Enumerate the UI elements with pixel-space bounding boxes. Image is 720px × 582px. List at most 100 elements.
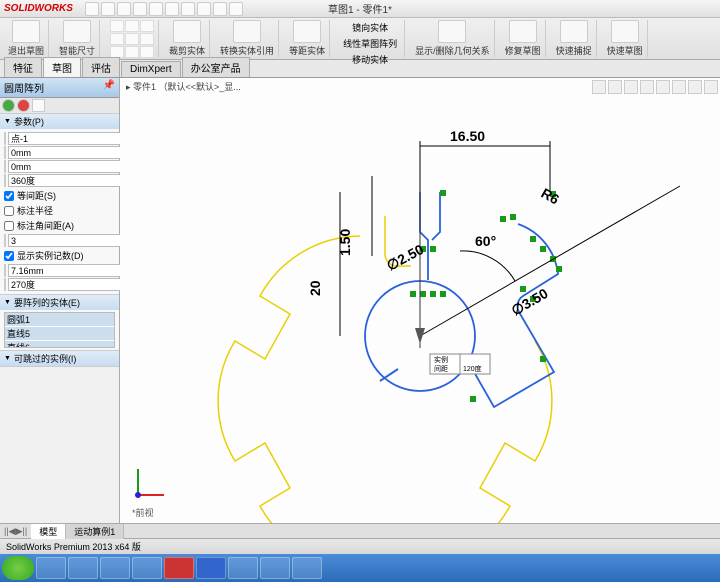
qat-redo-icon[interactable] bbox=[165, 2, 179, 16]
task-ie-icon[interactable] bbox=[100, 557, 130, 579]
bottom-tabs: ||◀▶|| 模型 运动算例1 bbox=[0, 523, 720, 538]
ribbon-sketch-tools bbox=[106, 20, 159, 57]
radius-x-icon bbox=[4, 146, 6, 159]
dim-16-50[interactable]: 16.50 bbox=[450, 128, 485, 144]
dim-angle-check[interactable]: 标注角间距(A) bbox=[4, 219, 115, 232]
scene-icon[interactable] bbox=[672, 80, 686, 94]
start-button[interactable] bbox=[2, 556, 34, 580]
graphics-area[interactable]: ▸ 零件1 （默认<<默认>_显... bbox=[120, 78, 720, 523]
slot-icon[interactable] bbox=[140, 33, 154, 45]
line-icon[interactable] bbox=[110, 20, 124, 32]
params-header[interactable]: 参数(P) bbox=[0, 114, 119, 129]
dim-20[interactable]: 20 bbox=[307, 280, 323, 296]
task-word-icon[interactable] bbox=[196, 557, 226, 579]
task-explorer-icon[interactable] bbox=[36, 557, 66, 579]
appearance-icon[interactable] bbox=[704, 80, 718, 94]
instance-callout[interactable]: 实例 间距 120度 bbox=[430, 354, 490, 374]
list-item[interactable]: 圆弧1 bbox=[5, 313, 114, 326]
ribbon-rapid-sketch[interactable]: 快速草图 bbox=[603, 20, 648, 57]
ribbon-snap[interactable]: 快速捕捉 bbox=[552, 20, 597, 57]
move-button[interactable]: 移动实体 bbox=[349, 52, 391, 67]
task-solidworks-icon[interactable] bbox=[164, 557, 194, 579]
spacing-d-icon bbox=[4, 264, 6, 277]
entities-list[interactable]: 圆弧1 直线5 直线6 圆弧2 bbox=[4, 312, 115, 348]
entities-header[interactable]: 要阵列的实体(E) bbox=[0, 295, 119, 310]
task-browser-icon[interactable] bbox=[68, 557, 98, 579]
ribbon-repair[interactable]: 修复草图 bbox=[501, 20, 546, 57]
tab-office[interactable]: 办公室产品 bbox=[182, 57, 250, 77]
tab-nav-icons[interactable]: ||◀▶|| bbox=[0, 526, 31, 537]
ribbon-exit-sketch[interactable]: 退出草图 bbox=[4, 20, 49, 57]
app-logo: SOLIDWORKS bbox=[4, 3, 73, 14]
trim-icon bbox=[173, 20, 201, 43]
qat-options-icon[interactable] bbox=[213, 2, 227, 16]
dim-1-50[interactable]: 1.50 bbox=[337, 229, 353, 256]
qat-open-icon[interactable] bbox=[101, 2, 115, 16]
dim-radius-check[interactable]: 标注半径 bbox=[4, 204, 115, 217]
instances-input[interactable] bbox=[8, 234, 131, 247]
tab-features[interactable]: 特征 bbox=[4, 57, 42, 77]
show-count-check[interactable]: 显示实例记数(D) bbox=[4, 249, 115, 262]
tab-model[interactable]: 模型 bbox=[31, 524, 66, 539]
dim-r6[interactable]: R6 bbox=[539, 185, 563, 208]
task-media-icon[interactable] bbox=[260, 557, 290, 579]
rect-icon[interactable] bbox=[125, 20, 139, 32]
status-bar: SolidWorks Premium 2013 x64 版 bbox=[0, 538, 720, 554]
circle-icon[interactable] bbox=[140, 20, 154, 32]
ok-button[interactable] bbox=[2, 99, 15, 112]
qat-help-icon[interactable] bbox=[229, 2, 243, 16]
rapid-sketch-icon bbox=[611, 20, 639, 43]
list-item[interactable]: 直线6 bbox=[5, 341, 114, 348]
linear-pattern-button[interactable]: 线性草图阵列 bbox=[340, 36, 400, 51]
qat-rebuild-icon[interactable] bbox=[197, 2, 211, 16]
qat-save-icon[interactable] bbox=[117, 2, 131, 16]
sketch-canvas[interactable]: 1.50 16.50 R6 20 ∅2.50 60° ∅3.50 实例 间距 1… bbox=[120, 96, 720, 523]
qat-undo-icon[interactable] bbox=[149, 2, 163, 16]
ribbon-trim[interactable]: 裁剪实体 bbox=[165, 20, 210, 57]
list-item[interactable]: 直线5 bbox=[5, 327, 114, 340]
text-icon[interactable] bbox=[140, 46, 154, 58]
view-orient-icon[interactable] bbox=[624, 80, 638, 94]
total-angle-input[interactable] bbox=[8, 174, 131, 187]
ribbon-offset[interactable]: 等距实体 bbox=[285, 20, 330, 57]
point-icon[interactable] bbox=[125, 46, 139, 58]
pushpin-icon[interactable]: 📌 bbox=[103, 80, 115, 95]
breadcrumb[interactable]: ▸ 零件1 （默认<<默认>_显... bbox=[126, 80, 241, 93]
ribbon-smart-dimension[interactable]: 智能尺寸 bbox=[55, 20, 100, 57]
instances-icon bbox=[4, 234, 6, 247]
tab-dimxpert[interactable]: DimXpert bbox=[121, 61, 181, 77]
equal-spacing-check[interactable]: 等间距(S) bbox=[4, 189, 115, 202]
qat-new-icon[interactable] bbox=[85, 2, 99, 16]
skip-header[interactable]: 可跳过的实例(I) bbox=[0, 351, 119, 366]
center-point-input[interactable] bbox=[8, 132, 131, 145]
preview-icon[interactable] bbox=[32, 99, 45, 112]
mirror-button[interactable]: 镜向实体 bbox=[349, 20, 391, 35]
spacing-d-input[interactable] bbox=[8, 264, 131, 277]
dim-60deg[interactable]: 60° bbox=[475, 233, 496, 249]
relations-icon bbox=[438, 20, 466, 43]
task-app-icon[interactable] bbox=[292, 557, 322, 579]
qat-print-icon[interactable] bbox=[133, 2, 147, 16]
spline-icon[interactable] bbox=[125, 33, 139, 45]
zoom-area-icon[interactable] bbox=[608, 80, 622, 94]
display-style-icon[interactable] bbox=[640, 80, 654, 94]
tab-motion[interactable]: 运动算例1 bbox=[66, 524, 124, 539]
zoom-fit-icon[interactable] bbox=[592, 80, 606, 94]
spacing-a-input[interactable] bbox=[8, 278, 131, 291]
tab-evaluate[interactable]: 评估 bbox=[82, 57, 120, 77]
section-icon[interactable] bbox=[656, 80, 670, 94]
hide-show-icon[interactable] bbox=[688, 80, 702, 94]
qat-select-icon[interactable] bbox=[181, 2, 195, 16]
cancel-button[interactable] bbox=[17, 99, 30, 112]
view-triad[interactable] bbox=[130, 463, 170, 503]
radius-x-input[interactable] bbox=[8, 146, 131, 159]
task-360-icon[interactable] bbox=[132, 557, 162, 579]
radius-y-input[interactable] bbox=[8, 160, 131, 173]
dim-3-50[interactable]: ∅3.50 bbox=[509, 285, 551, 319]
ribbon-relations[interactable]: 显示/删除几何关系 bbox=[411, 20, 495, 57]
arc-icon[interactable] bbox=[110, 33, 124, 45]
tab-sketch[interactable]: 草图 bbox=[43, 57, 81, 77]
property-manager: 圆周阵列 📌 参数(P) 等间距(S) 标注半径 标注角间距(A) bbox=[0, 78, 120, 523]
task-folder-icon[interactable] bbox=[228, 557, 258, 579]
ribbon-convert[interactable]: 转换实体引用 bbox=[216, 20, 279, 57]
